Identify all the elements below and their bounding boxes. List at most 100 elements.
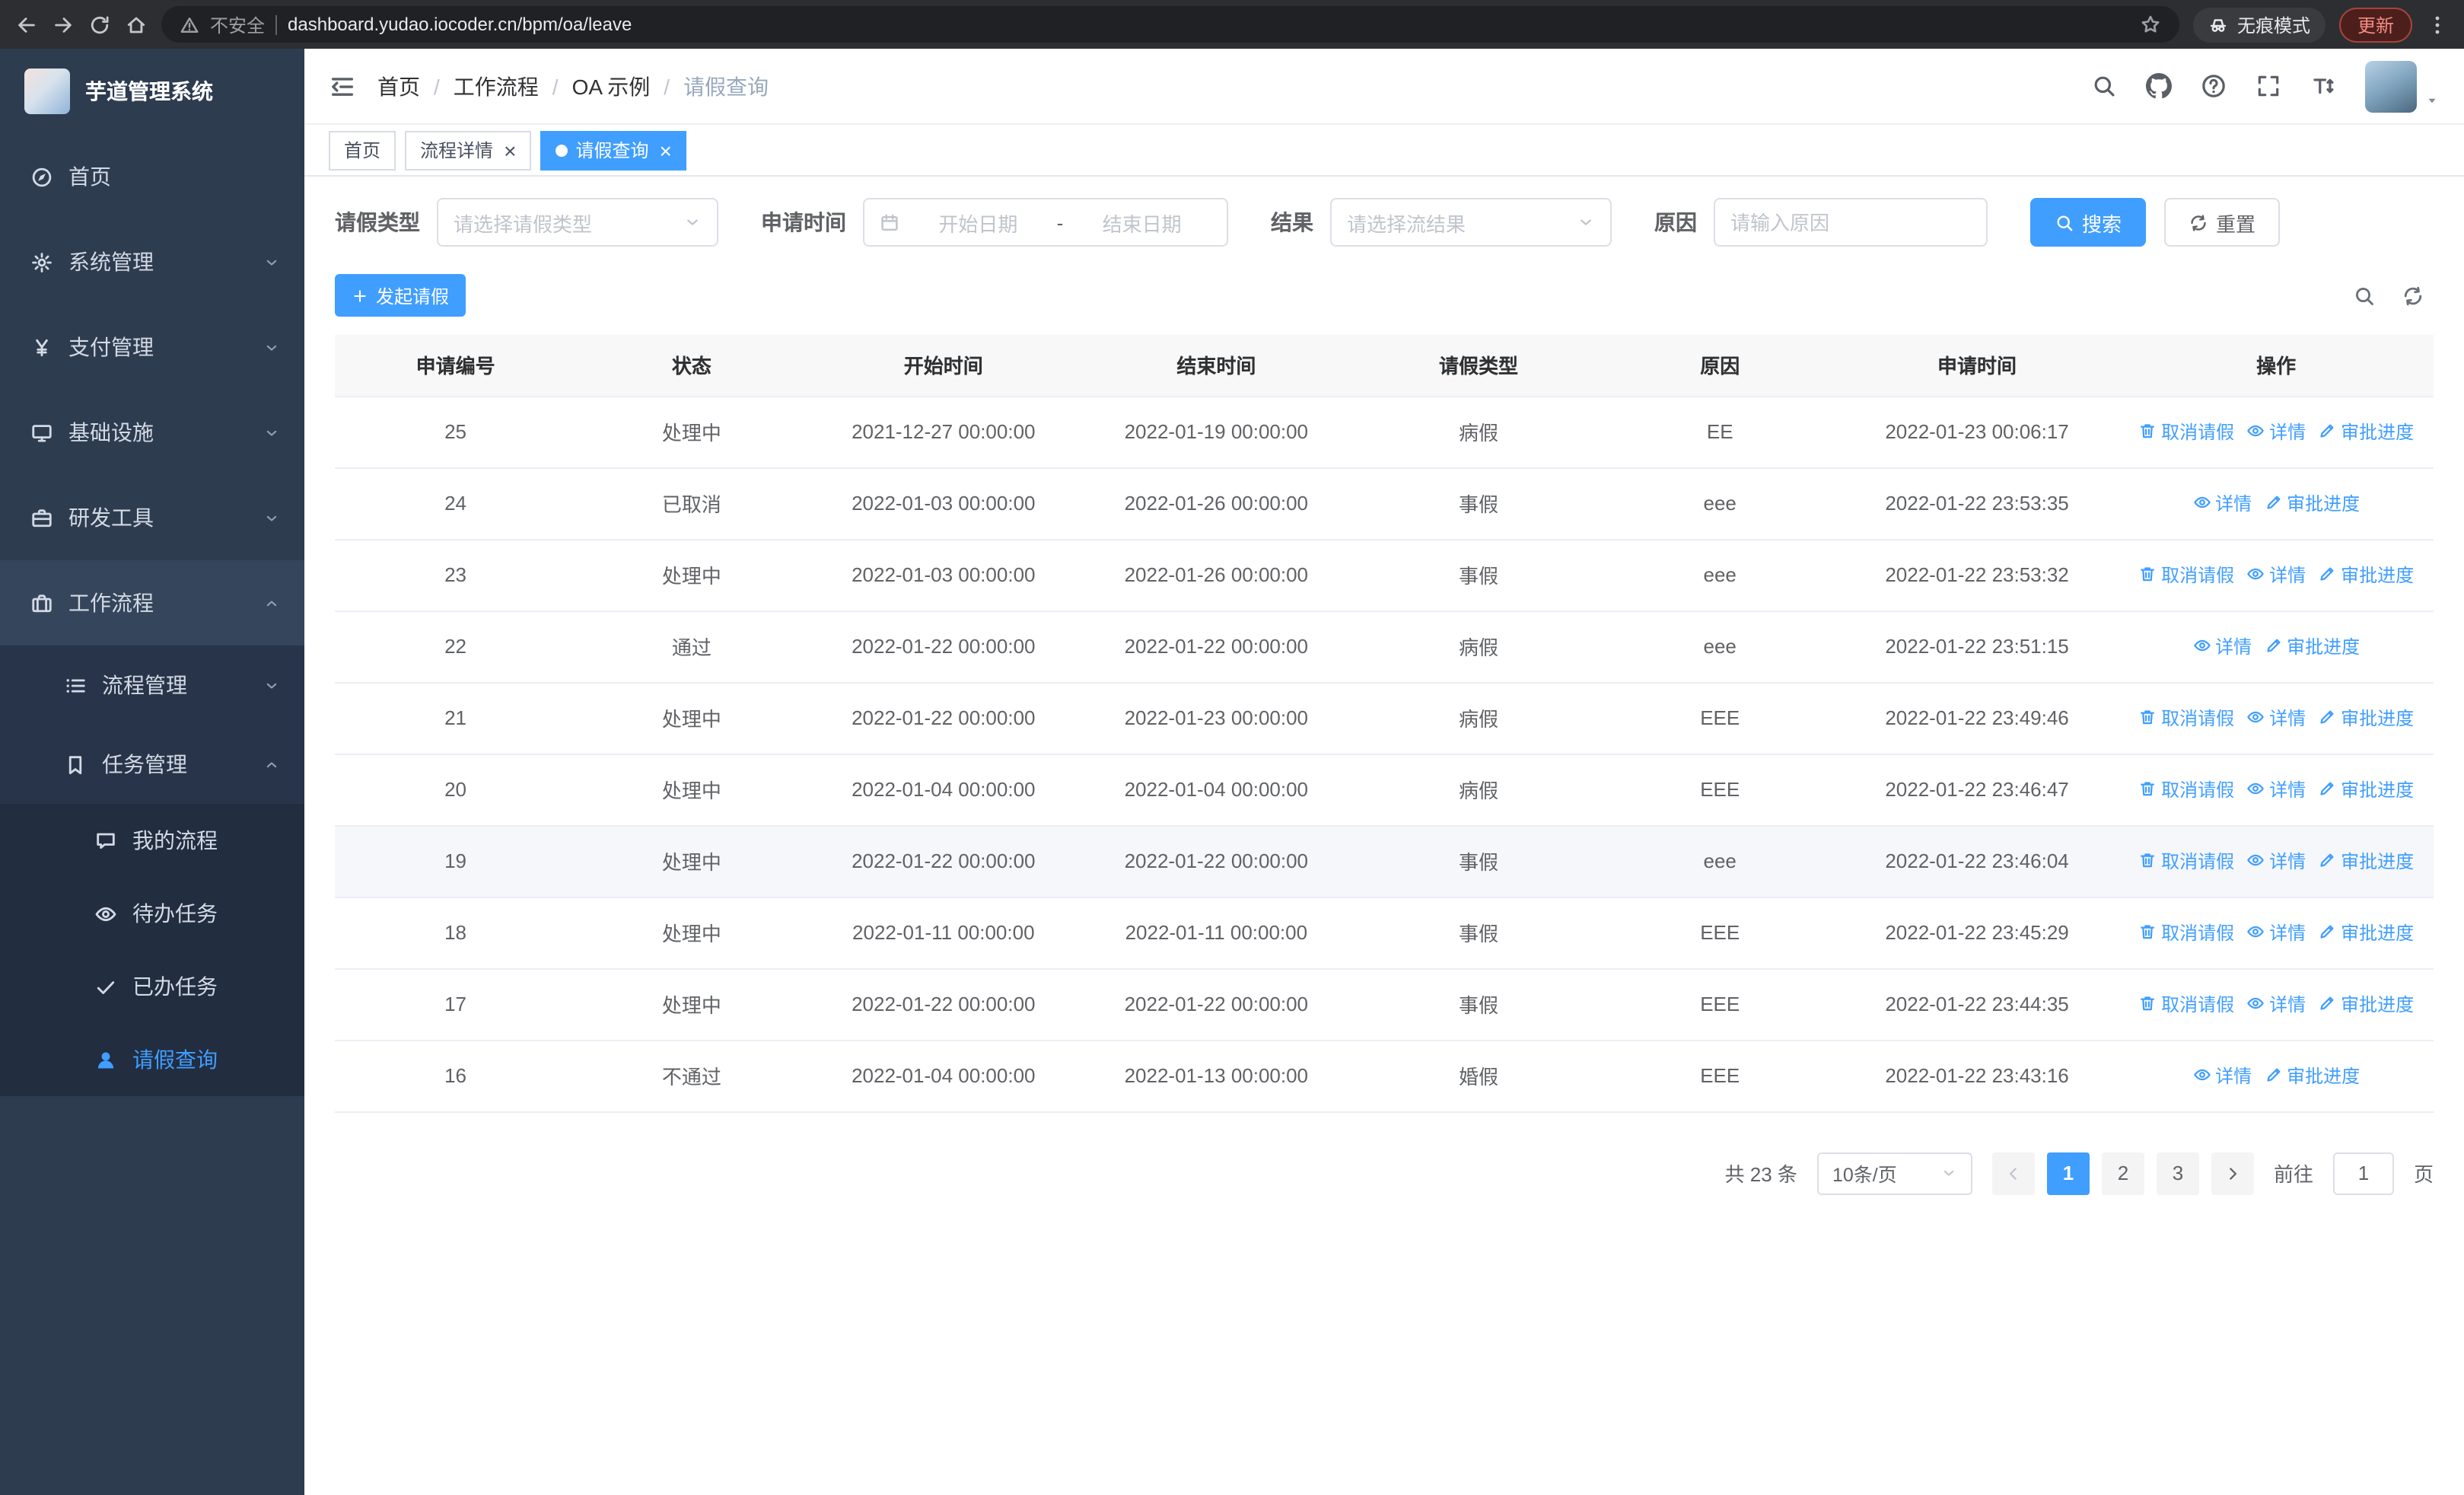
action-label: 取消请假 (2161, 922, 2235, 944)
cell-reason: eee (1604, 825, 1835, 897)
sidebar-item-dev-tools[interactable]: 研发工具 (0, 475, 304, 560)
cancel-leave-action[interactable]: 取消请假 (2138, 991, 2234, 1017)
detail-action[interactable]: 详情 (2192, 490, 2252, 516)
detail-action[interactable]: 详情 (2246, 848, 2306, 874)
browser-forward-icon[interactable] (52, 13, 75, 36)
help-icon[interactable] (2201, 73, 2227, 99)
cell-end-time: 2022-01-13 00:00:00 (1080, 1040, 1353, 1112)
create-leave-button[interactable]: 发起请假 (335, 274, 466, 317)
url-text[interactable]: dashboard.yudao.iocoder.cn/bpm/oa/leave (288, 14, 2129, 35)
sidebar-collapse-icon[interactable] (329, 72, 356, 100)
close-icon[interactable]: × (504, 139, 516, 161)
detail-action[interactable]: 详情 (2246, 562, 2306, 588)
sidebar-item-my-process[interactable]: 我的流程 (0, 804, 304, 877)
filter-apply-time: 申请时间 开始日期 - 结束日期 (761, 198, 1228, 247)
approval-progress-action[interactable]: 审批进度 (2264, 490, 2360, 516)
close-icon[interactable]: × (659, 139, 671, 161)
approval-progress-action[interactable]: 审批进度 (2318, 705, 2414, 731)
font-size-icon[interactable] (2310, 73, 2336, 99)
edit-icon (2264, 494, 2282, 512)
search-icon[interactable] (2091, 73, 2117, 99)
detail-action[interactable]: 详情 (2246, 920, 2306, 945)
detail-action[interactable]: 详情 (2192, 1063, 2252, 1089)
start-date-placeholder[interactable]: 开始日期 (909, 208, 1048, 237)
update-button[interactable]: 更新 (2338, 7, 2412, 42)
browser-menu-icon[interactable] (2426, 13, 2449, 36)
detail-action[interactable]: 详情 (2246, 419, 2306, 445)
page-size-select[interactable]: 10条/页 (1816, 1152, 1972, 1194)
approval-progress-action[interactable]: 审批进度 (2264, 633, 2360, 659)
approval-progress-action[interactable]: 审批进度 (2318, 419, 2414, 445)
approval-progress-action[interactable]: 审批进度 (2318, 848, 2414, 874)
apply-time-range-picker[interactable]: 开始日期 - 结束日期 (863, 198, 1228, 247)
approval-progress-action[interactable]: 审批进度 (2264, 1063, 2360, 1089)
next-page-button[interactable] (2211, 1152, 2254, 1194)
tab-leave-query[interactable]: 请假查询 × (540, 130, 687, 170)
cell-id: 23 (335, 539, 577, 611)
page-button-3[interactable]: 3 (2156, 1152, 2199, 1194)
detail-action[interactable]: 详情 (2192, 633, 2252, 659)
approval-progress-action[interactable]: 审批进度 (2318, 562, 2414, 588)
detail-action[interactable]: 详情 (2246, 991, 2306, 1017)
detail-action[interactable]: 详情 (2246, 705, 2306, 731)
browser-back-icon[interactable] (15, 13, 38, 36)
bookmark-icon (64, 753, 87, 776)
breadcrumb-item[interactable]: OA 示例 (572, 71, 651, 101)
browser-reload-icon[interactable] (88, 13, 111, 36)
reset-button[interactable]: 重置 (2164, 198, 2281, 247)
sidebar-item-payment-management[interactable]: 支付管理 (0, 304, 304, 390)
sidebar-item-process-management[interactable]: 流程管理 (0, 645, 304, 725)
sidebar-menu: 首页 系统管理 支付管理 基础设施 研发工具 工作流程 流程管理 任务管理 我的流程 待办任务 已办… (0, 134, 304, 1495)
sidebar-item-leave-query[interactable]: 请假查询 (0, 1023, 304, 1096)
search-button[interactable]: 搜索 (2030, 198, 2147, 247)
sidebar-item-infrastructure[interactable]: 基础设施 (0, 390, 304, 475)
prev-page-button[interactable] (1991, 1152, 2035, 1194)
cancel-leave-action[interactable]: 取消请假 (2138, 776, 2234, 802)
result-select[interactable]: 请选择流结果 (1330, 198, 1612, 247)
apply-time-label: 申请时间 (761, 210, 846, 234)
cancel-leave-action[interactable]: 取消请假 (2138, 562, 2234, 588)
fullscreen-icon[interactable] (2255, 73, 2281, 99)
sidebar-item-system-management[interactable]: 系统管理 (0, 219, 304, 304)
approval-progress-action[interactable]: 审批进度 (2318, 991, 2414, 1017)
breadcrumb-item[interactable]: 工作流程 (454, 71, 539, 101)
cancel-leave-action[interactable]: 取消请假 (2138, 705, 2234, 731)
page-button-1[interactable]: 1 (2046, 1152, 2090, 1194)
cell-actions: 取消请假 详情 审批进度 (2119, 968, 2434, 1041)
tab-process-detail[interactable]: 流程详情 × (405, 130, 532, 170)
app-logo[interactable]: 芋道管理系统 (0, 49, 304, 134)
detail-action[interactable]: 详情 (2246, 776, 2306, 802)
sidebar-item-done-tasks[interactable]: 已办任务 (0, 950, 304, 1023)
action-label: 详情 (2269, 421, 2306, 443)
refresh-table-icon[interactable] (2402, 284, 2424, 307)
yen-icon (30, 336, 53, 359)
sidebar-item-workflow[interactable]: 工作流程 (0, 560, 304, 645)
user-avatar[interactable] (2365, 60, 2440, 112)
sidebar-item-todo-tasks[interactable]: 待办任务 (0, 877, 304, 950)
tab-home[interactable]: 首页 (329, 130, 396, 170)
github-icon[interactable] (2146, 73, 2172, 99)
goto-page-input[interactable] (2332, 1152, 2394, 1194)
cell-reason: eee (1604, 467, 1835, 540)
bookmark-star-icon[interactable] (2140, 14, 2161, 35)
toggle-search-icon[interactable] (2353, 284, 2376, 307)
cancel-leave-action[interactable]: 取消请假 (2138, 920, 2234, 945)
sidebar-item-task-management[interactable]: 任务管理 (0, 725, 304, 804)
leave-type-select[interactable]: 请选择请假类型 (437, 198, 718, 247)
end-date-placeholder[interactable]: 结束日期 (1072, 208, 1211, 237)
address-bar[interactable]: 不安全 dashboard.yudao.iocoder.cn/bpm/oa/le… (161, 6, 2179, 43)
browser-home-icon[interactable] (125, 13, 148, 36)
cell-id: 21 (335, 682, 577, 754)
sidebar-item-home[interactable]: 首页 (0, 134, 304, 219)
table-header-row: 申请编号 状态 开始时间 结束时间 请假类型 原因 申请时间 操作 (335, 335, 2434, 397)
cancel-leave-action[interactable]: 取消请假 (2138, 848, 2234, 874)
table-row: 20 处理中 2022-01-04 00:00:00 2022-01-04 00:00… (335, 754, 2434, 826)
cancel-leave-action[interactable]: 取消请假 (2138, 419, 2234, 445)
eye-icon (2246, 422, 2265, 441)
approval-progress-action[interactable]: 审批进度 (2318, 776, 2414, 802)
breadcrumb-item[interactable]: 首页 (377, 71, 420, 101)
page-button-2[interactable]: 2 (2101, 1152, 2144, 1194)
action-label: 详情 (2269, 779, 2306, 801)
approval-progress-action[interactable]: 审批进度 (2318, 920, 2414, 945)
reason-input[interactable] (1730, 211, 1971, 234)
